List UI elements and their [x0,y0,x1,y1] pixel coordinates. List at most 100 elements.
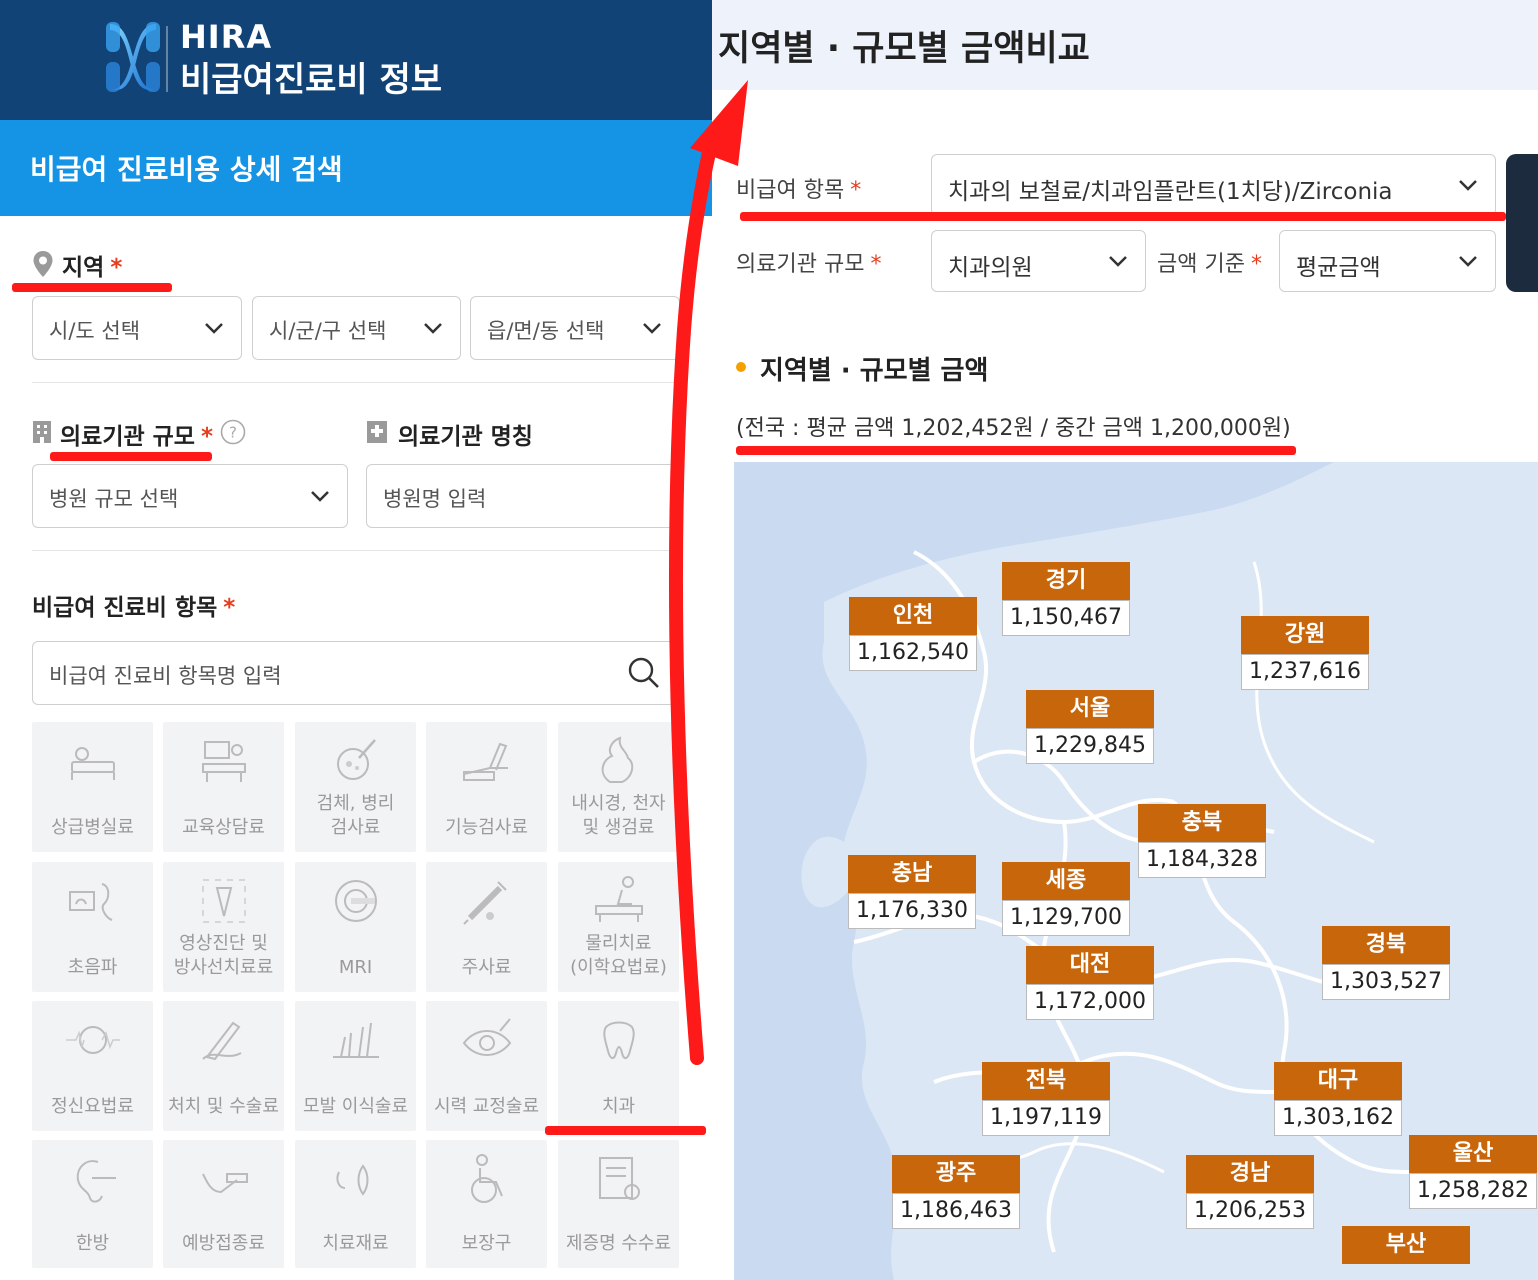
required-mark: * [850,178,862,203]
chevron-down-icon [1109,256,1127,267]
item-category-label-line: 주사료 [461,957,512,978]
item-category-label: 시력 교정술료 [426,1095,547,1119]
scale-select[interactable]: 치과의원 [931,230,1146,292]
region-price: 1,184,328 [1138,842,1266,878]
region-price-label: 충북 1,184,328 [1138,804,1266,878]
item-category-label: 보장구 [426,1232,547,1256]
institution-name-placeholder: 병원명 입력 [383,487,487,511]
sido-select-value: 시/도 선택 [49,319,141,343]
search-title: 비급여 진료비용 상세 검색 [30,153,343,186]
item-category-tile[interactable]: 기능검사료 [426,722,547,852]
item-category-tile[interactable]: 상급병실료 [32,722,153,852]
vaccine-icon [202,1173,248,1194]
region-name: 부산 [1342,1226,1470,1264]
region-price: 1,237,616 [1241,654,1369,690]
red-underline-annotation [50,452,212,461]
item-category-label: 영상진단 및 방사선치료료 [163,932,284,980]
item-category-tile[interactable]: 제증명 수수료 [558,1140,679,1268]
item-category-tile[interactable]: 한방 [32,1140,153,1268]
institution-scale-label: 의료기관 규모 * [60,417,213,451]
item-category-label: 치료재료 [295,1232,416,1256]
red-underline-annotation [736,446,1296,455]
region-price-label: 전북 1,197,119 [982,1062,1110,1136]
item-category-label: 처치 및 수술료 [163,1095,284,1119]
institution-scale-label-text: 의료기관 규모 [60,424,195,450]
chevron-down-icon [424,323,442,334]
region-price: 1,258,282 [1409,1173,1537,1209]
item-category-label-line: 시력 교정술료 [433,1096,540,1117]
items-label: 비급여 진료비 항목 * [32,588,235,622]
item-category-tile[interactable]: 영상진단 및 방사선치료료 [163,862,284,992]
item-category-tile[interactable]: MRI [295,862,416,992]
tooth-icon [603,1021,635,1059]
eupmyeondong-select[interactable]: 읍/면/동 선택 [470,296,680,360]
basis-label: 금액 기준 * [1157,246,1262,278]
chevron-down-icon [643,323,661,334]
item-category-label: 기능검사료 [426,816,547,840]
section-title: 지역별 · 규모별 금액 [760,356,989,386]
item-category-tile[interactable]: 주사료 [426,862,547,992]
item-category-tile[interactable]: 모발 이식술료 [295,1001,416,1131]
item-select[interactable]: 치과의 보철료/치과임플란트(1치당)/Zirconia [931,154,1496,216]
item-category-tile[interactable]: 검체, 병리 검사료 [295,722,416,852]
search-button-edge[interactable] [1506,154,1538,292]
item-category-label: 초음파 [32,956,153,980]
search-icon[interactable] [627,656,661,690]
sigungu-select[interactable]: 시/군/구 선택 [252,296,461,360]
item-category-tile[interactable]: 초음파 [32,862,153,992]
bed-icon [71,747,115,780]
items-label-text: 비급여 진료비 항목 [32,595,218,621]
red-underline-annotation [740,212,1506,221]
item-category-label: 교육상담료 [163,816,284,840]
item-category-tile[interactable]: 치료재료 [295,1140,416,1268]
divider [32,550,680,551]
region-label-text: 지역 [62,255,105,281]
item-category-label-line: 교육상담료 [182,817,265,838]
location-pin-icon [33,251,53,277]
svg-text:?: ? [229,424,237,442]
item-category-tile[interactable]: 시력 교정술료 [426,1001,547,1131]
region-price-label: 광주 1,186,463 [892,1155,1020,1229]
item-category-label: 내시경, 천자 및 생검료 [558,792,679,840]
help-icon[interactable]: ? [220,419,246,445]
region-price: 1,172,000 [1026,984,1154,1020]
chevron-down-icon [311,491,329,502]
building-icon [33,421,51,443]
item-select-value: 치과의 보철료/치과임플란트(1치당)/Zirconia [948,179,1393,205]
region-name: 충남 [848,855,976,893]
item-search-input[interactable]: 비급여 진료비 항목명 입력 [32,641,680,705]
item-category-tile[interactable]: 예방접종료 [163,1140,284,1268]
endoscope-icon [601,736,634,783]
item-category-tile[interactable]: 처치 및 수술료 [163,1001,284,1131]
item-category-label-line: (이학요법료) [570,957,667,978]
required-mark: * [110,255,123,281]
sido-select[interactable]: 시/도 선택 [32,296,242,360]
search-title-bar: 비급여 진료비용 상세 검색 [0,120,712,216]
item-category-label-line: 물리치료 [585,933,652,954]
region-price-label: 충남 1,176,330 [848,855,976,929]
radiation-icon [202,879,246,923]
item-category-tile[interactable]: 정신요법료 [32,1001,153,1131]
item-category-tile[interactable]: 치과 [558,1001,679,1131]
chevron-down-icon [205,323,223,334]
basis-select[interactable]: 평균금액 [1279,230,1496,292]
region-price-label: 경남 1,206,253 [1186,1155,1314,1229]
institution-name-input[interactable]: 병원명 입력 [366,464,680,528]
mri-icon [335,880,377,922]
region-price-label: 부산 [1342,1226,1470,1264]
item-category-label-line: 검사료 [330,817,381,838]
sigungu-select-value: 시/군/구 선택 [269,319,387,343]
institution-scale-select[interactable]: 병원 규모 선택 [32,464,348,528]
item-category-label-line: 방사선치료료 [173,957,274,978]
comparison-panel: 지역별 · 규모별 금액비교 비급여 항목 * 치과의 보철료/치과임플란트(1치… [712,0,1538,1280]
item-category-tile[interactable]: 보장구 [426,1140,547,1268]
item-category-tile[interactable]: 물리치료 (이학요법료) [558,862,679,992]
surgery-icon [202,1021,242,1061]
item-category-tile[interactable]: 내시경, 천자 및 생검료 [558,722,679,852]
scale-label: 의료기관 규모 * [736,246,881,278]
region-price-label: 울산 1,258,282 [1409,1135,1537,1209]
basis-select-value: 평균금액 [1296,255,1381,281]
item-category-tile[interactable]: 교육상담료 [163,722,284,852]
item-category-label-line: 정신요법료 [51,1096,134,1117]
institution-scale-select-value: 병원 규모 선택 [49,487,179,511]
